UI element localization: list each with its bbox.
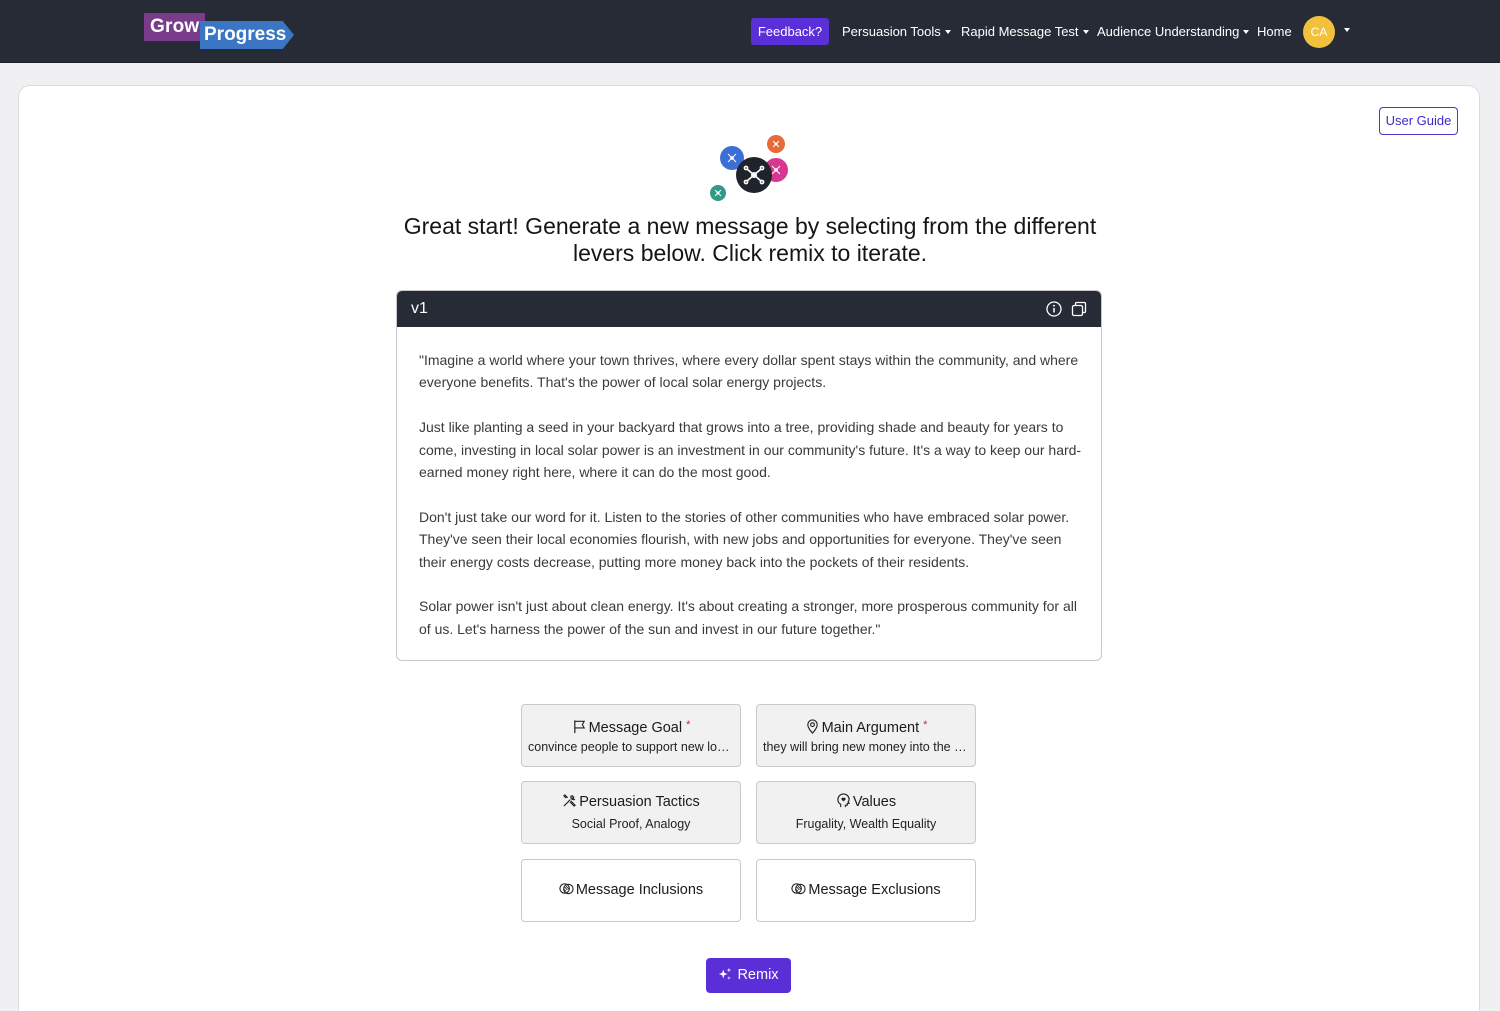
network-bubbles-icon bbox=[710, 135, 788, 201]
grow-progress-logo[interactable]: Grow Progress bbox=[144, 13, 296, 51]
nav-rapid-message-test-label: Rapid Message Test bbox=[961, 24, 1079, 39]
lever-title-text: Message Inclusions bbox=[575, 882, 704, 898]
circles-overlap-icon bbox=[559, 883, 574, 895]
logo-grow-text: Grow bbox=[144, 13, 206, 41]
lever-title-text: Main Argument bbox=[821, 720, 920, 736]
lever-value: Frugality, Wealth Equality bbox=[795, 817, 937, 831]
lever-main-argument[interactable]: Main Argument * they will bring new mone… bbox=[756, 704, 976, 767]
copy-icon[interactable] bbox=[1071, 301, 1087, 317]
remix-label: Remix bbox=[737, 967, 779, 983]
lever-title: Message Goal * bbox=[522, 715, 740, 738]
caret-down-icon bbox=[1243, 30, 1250, 34]
lever-value: Social Proof, Analogy bbox=[571, 817, 691, 831]
lever-message-goal[interactable]: Message Goal * convince people to suppor… bbox=[521, 704, 741, 767]
message-panel-header: v1 bbox=[397, 291, 1101, 327]
lever-title: Values bbox=[757, 792, 975, 812]
top-navbar: Grow Progress Feedback? Persuasion Tools… bbox=[0, 0, 1500, 63]
feedback-button[interactable]: Feedback? bbox=[751, 18, 829, 45]
user-guide-button[interactable]: User Guide bbox=[1379, 107, 1458, 135]
message-paragraph: Don't just take our word for it. Listen … bbox=[419, 508, 1070, 570]
message-paragraph: Just like planting a seed in your backya… bbox=[419, 419, 1082, 481]
message-panel: v1 "Imagine a world where your town thri… bbox=[396, 290, 1102, 661]
circles-overlap-icon bbox=[791, 883, 807, 895]
head-heart-icon bbox=[837, 793, 850, 808]
lever-title: Main Argument * bbox=[757, 715, 975, 738]
lever-title: Message Exclusions bbox=[757, 880, 975, 900]
tools-icon bbox=[563, 794, 577, 807]
message-paragraph: Solar power isn't just about clean energ… bbox=[419, 598, 1077, 637]
lever-title: Persuasion Tactics bbox=[522, 792, 740, 812]
lever-title-text: Persuasion Tactics bbox=[579, 794, 700, 810]
required-asterisk: * bbox=[686, 719, 691, 731]
nav-persuasion-tools-label: Persuasion Tools bbox=[842, 24, 941, 39]
lever-message-exclusions[interactable]: Message Exclusions bbox=[756, 859, 976, 922]
caret-down-icon bbox=[944, 30, 951, 34]
map-pin-icon bbox=[806, 719, 818, 734]
logo-progress-text: Progress bbox=[200, 21, 294, 49]
nav-persuasion-tools-dropdown[interactable]: Persuasion Tools bbox=[842, 18, 951, 45]
sparkles-icon bbox=[719, 967, 732, 980]
message-version-label: v1 bbox=[411, 300, 428, 317]
lever-message-inclusions[interactable]: Message Inclusions bbox=[521, 859, 741, 922]
lever-value: they will bring new money into the local… bbox=[763, 740, 969, 754]
user-avatar[interactable]: CA bbox=[1303, 16, 1335, 48]
avatar-caret-down-icon[interactable] bbox=[1344, 28, 1350, 32]
lever-title: Message Inclusions bbox=[522, 880, 740, 900]
nav-audience-understanding-label: Audience Understanding bbox=[1097, 24, 1240, 39]
required-asterisk: * bbox=[923, 719, 928, 731]
nav-audience-understanding-dropdown[interactable]: Audience Understanding bbox=[1097, 18, 1250, 45]
lever-persuasion-tactics[interactable]: Persuasion Tactics Social Proof, Analogy bbox=[521, 781, 741, 844]
lever-values[interactable]: Values Frugality, Wealth Equality bbox=[756, 781, 976, 844]
caret-down-icon bbox=[1082, 30, 1089, 34]
lever-title-text: Message Goal bbox=[588, 720, 683, 736]
message-paragraph: "Imagine a world where your town thrives… bbox=[419, 352, 1079, 391]
flag-icon bbox=[573, 720, 585, 734]
page-headline: Great start! Generate a new message by s… bbox=[403, 213, 1097, 266]
info-icon[interactable] bbox=[1046, 301, 1062, 317]
nav-home-link[interactable]: Home bbox=[1257, 18, 1292, 45]
message-body: "Imagine a world where your town thrives… bbox=[419, 349, 1084, 660]
lever-value: convince people to support new local sol… bbox=[528, 740, 734, 754]
nav-rapid-message-test-dropdown[interactable]: Rapid Message Test bbox=[961, 18, 1089, 45]
remix-button[interactable]: Remix bbox=[706, 958, 791, 993]
lever-title-text: Values bbox=[852, 794, 897, 810]
lever-title-text: Message Exclusions bbox=[808, 882, 941, 898]
